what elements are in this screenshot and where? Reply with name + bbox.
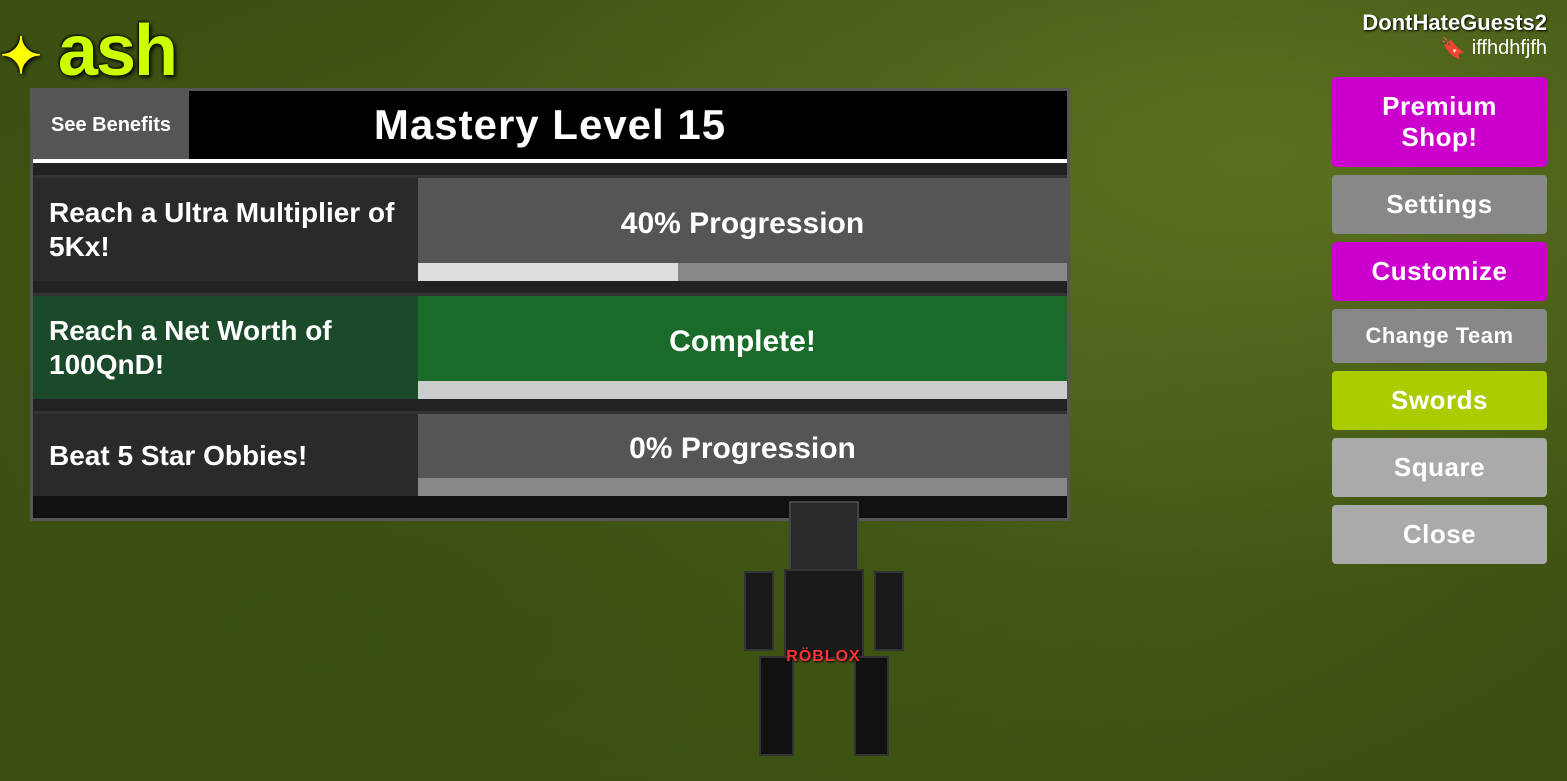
header-spacer [33,163,1067,175]
progression-text-1: 40% Progression [418,178,1067,263]
username-label: DontHateGuests2 [1362,10,1547,36]
character-area: RÖBLOX [624,481,1024,781]
ash-label: ash [58,11,176,91]
swords-button[interactable]: Swords [1332,371,1547,430]
progression-text-3: 0% Progression [418,414,1067,478]
mastery-panel: See Benefits Mastery Level 15 Reach a Ul… [30,88,1070,521]
username-area: DontHateGuests2 🔖 iffhdhfjfh [1362,10,1547,61]
row-spacer-2 [33,399,1067,411]
objective-right-1: 40% Progression [418,178,1067,281]
premium-shop-button[interactable]: Premium Shop! [1332,77,1547,167]
bookmark-icon: 🔖 [1441,36,1466,61]
top-left-label: ✦ ash [0,10,176,92]
change-team-button[interactable]: Change Team [1332,309,1547,363]
settings-button[interactable]: Settings [1332,175,1547,234]
objective-row-1: Reach a Ultra Multiplier of 5Kx! 40% Pro… [33,175,1067,281]
row-spacer-1 [33,281,1067,293]
right-panel: DontHateGuests2 🔖 iffhdhfjfh Premium Sho… [1332,10,1547,564]
objective-right-2: Complete! [418,296,1067,399]
see-benefits-button[interactable]: See Benefits [33,91,189,159]
objective-label-1: Reach a Ultra Multiplier of 5Kx! [33,178,418,281]
progress-bar-fill-1 [418,263,678,281]
objective-label-3: Beat 5 Star Obbies! [33,414,418,496]
sparkle-icon: ✦ [0,28,40,84]
mastery-header: See Benefits Mastery Level 15 [33,91,1067,159]
progress-bar-1 [418,263,1067,281]
objective-label-2: Reach a Net Worth of 100QnD! [33,296,418,399]
progress-bar-2 [418,381,1067,399]
objective-row-2: Reach a Net Worth of 100QnD! Complete! [33,293,1067,399]
bookmark-text: iffhdhfjfh [1472,37,1547,60]
square-button[interactable]: Square [1332,438,1547,497]
progression-text-2: Complete! [418,296,1067,381]
close-button[interactable]: Close [1332,505,1547,564]
roblox-label: RÖBLOX [786,648,860,666]
bookmark-row: 🔖 iffhdhfjfh [1441,36,1547,61]
customize-button[interactable]: Customize [1332,242,1547,301]
